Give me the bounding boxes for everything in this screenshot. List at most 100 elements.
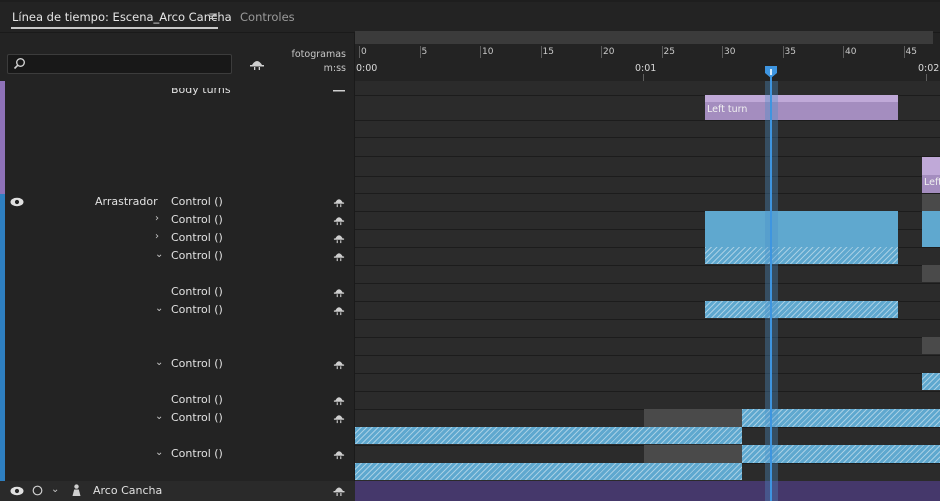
expand-chevron-icon[interactable]: › (155, 231, 159, 242)
clip-control[interactable] (922, 211, 940, 247)
playhead-line[interactable] (770, 70, 772, 501)
puppet-icon[interactable] (333, 448, 345, 460)
puppet-icon[interactable] (249, 57, 265, 71)
clip-lilac-right[interactable] (922, 157, 940, 175)
ruler-tick (782, 46, 784, 58)
control-label: Control () (171, 357, 223, 370)
puppet-icon[interactable] (333, 232, 345, 244)
ruler-tick (661, 46, 663, 58)
control-label: Control () (171, 213, 223, 226)
track-divider (355, 337, 940, 338)
ruler-frame-label: 25 (663, 47, 675, 57)
clip-keyframe-hatch[interactable] (705, 301, 898, 318)
control-label: Control () (171, 195, 223, 208)
track-divider (355, 176, 940, 177)
active-tab-underline (11, 27, 218, 29)
group-color-purple (0, 81, 5, 194)
control-row[interactable]: ⌄ Control () (0, 248, 354, 266)
ruler-tick (843, 46, 844, 58)
search-input[interactable] (7, 54, 232, 74)
ruler-frame-label: 35 (784, 47, 796, 57)
ruler-frame-label: 45 (905, 47, 917, 57)
control-row[interactable]: Control () (0, 194, 354, 212)
control-label: Control () (171, 249, 223, 262)
ruler-frame-label: 20 (603, 47, 615, 57)
collapse-chevron-icon[interactable]: ⌄ (155, 411, 163, 422)
track-divider (355, 265, 940, 266)
control-row[interactable]: ⌄ Control () (0, 356, 354, 374)
ruler-tick (480, 46, 481, 58)
clip-gray[interactable] (922, 265, 940, 282)
control-row[interactable]: ⌄ Control () (0, 410, 354, 428)
layer-panel (0, 33, 354, 501)
ruler-frame-label: 0 (361, 47, 367, 57)
track-divider (355, 283, 940, 284)
clip-keyframe-hatch[interactable] (355, 463, 742, 480)
ruler-time-label: 0:00 (356, 63, 378, 74)
control-row[interactable]: ⌄ Control () (0, 446, 354, 464)
clip-control[interactable] (705, 211, 898, 247)
clip-gray[interactable] (922, 337, 940, 354)
ruler-time-tick (926, 74, 927, 81)
eye-icon[interactable] (10, 486, 24, 496)
ruler-frame-label: 10 (482, 47, 494, 57)
ruler-time-label: 0:01 (635, 63, 657, 74)
time-ruler[interactable]: 0 5 10 15 20 25 30 35 40 45 0:00 0:01 0:02 (355, 46, 940, 81)
track-divider (355, 137, 940, 138)
control-label: Control () (171, 285, 223, 298)
control-row[interactable]: › Control () (0, 212, 354, 230)
ruler-frame-label: 30 (724, 47, 736, 57)
clip-label: Left turn (707, 104, 748, 115)
puppet-icon[interactable] (333, 214, 345, 226)
ruler-frame-label: 5 (421, 47, 428, 57)
collapse-chevron-icon[interactable]: ⌄ (51, 484, 59, 495)
control-row[interactable]: › Control () (0, 230, 354, 248)
puppet-icon[interactable] (333, 88, 345, 94)
tab-menu-icon[interactable]: ≡ (208, 9, 218, 23)
track-divider (355, 373, 940, 374)
time-format-label: m:ss (323, 63, 346, 74)
control-label: Control () (171, 447, 223, 460)
control-label: Control () (171, 411, 223, 424)
puppet-icon[interactable] (333, 196, 345, 208)
control-row[interactable]: Control () (0, 284, 354, 302)
tab-timeline[interactable]: Línea de tiempo: Escena_Arco Cancha (12, 10, 232, 24)
track-area[interactable]: Left turn Left (355, 81, 940, 501)
clip-left-turn-cut[interactable]: Left (922, 175, 940, 193)
clip-keyframe-hatch[interactable] (922, 373, 940, 390)
puppet-icon[interactable] (333, 394, 345, 406)
puppet-icon[interactable] (333, 484, 345, 497)
clip-keyframe-hatch[interactable] (705, 247, 898, 264)
search-icon (13, 58, 25, 70)
puppet-icon[interactable] (333, 286, 345, 298)
panel-divider[interactable] (354, 33, 355, 501)
control-row[interactable]: Control () (0, 392, 354, 410)
puppet-icon[interactable] (333, 358, 345, 370)
ruler-tick (540, 46, 542, 58)
puppet-icon[interactable] (333, 304, 345, 316)
puppet-icon[interactable] (333, 250, 345, 262)
collapse-chevron-icon[interactable]: ⌄ (155, 303, 163, 314)
ruler-frame-label: 15 (542, 47, 554, 57)
timeline-scrollbar[interactable] (355, 31, 933, 44)
frames-label: fotogramas (291, 49, 346, 60)
collapse-chevron-icon[interactable]: ⌄ (155, 447, 163, 458)
playhead-handle[interactable] (765, 66, 777, 78)
collapse-chevron-icon[interactable]: ⌄ (155, 357, 163, 368)
ruler-frame-label: 40 (845, 47, 857, 57)
control-row[interactable]: ⌄ Control () (0, 302, 354, 320)
clip-keyframe-hatch[interactable] (355, 427, 742, 444)
expand-chevron-icon[interactable]: › (155, 213, 159, 224)
tab-controls[interactable]: Controles (240, 10, 295, 24)
clip-gray[interactable] (922, 194, 940, 211)
track-divider (355, 319, 940, 320)
ruler-tick (903, 46, 905, 58)
clip-body-turns-top[interactable] (705, 95, 898, 102)
track-divider (355, 156, 940, 157)
ruler-tick (601, 46, 602, 58)
layer-track-arco-cancha[interactable] (355, 481, 940, 501)
collapse-chevron-icon[interactable]: ⌄ (155, 249, 163, 260)
circle-icon[interactable] (32, 485, 43, 496)
clip-left-turn[interactable]: Left turn (705, 102, 898, 120)
puppet-icon[interactable] (333, 412, 345, 424)
